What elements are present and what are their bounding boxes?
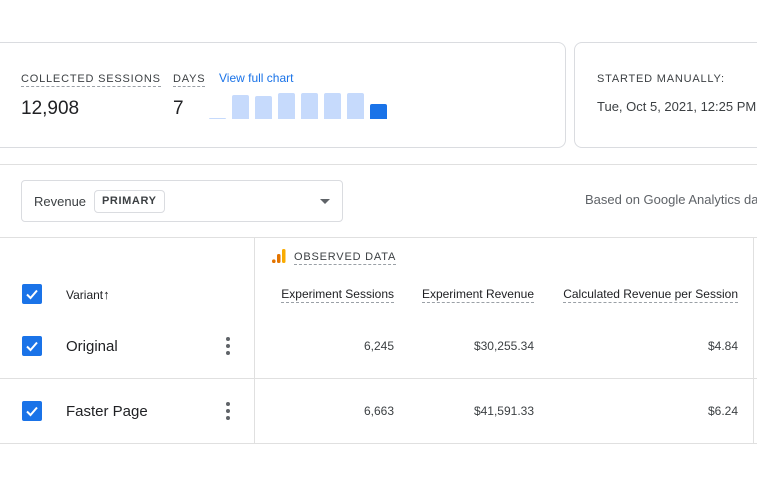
row-divider — [0, 378, 757, 379]
check-icon — [26, 289, 38, 300]
collected-sessions-label: COLLECTED SESSIONS — [21, 73, 161, 87]
daily-session-bar — [347, 93, 364, 119]
primary-chip: PRIMARY — [94, 190, 165, 213]
daily-session-bar — [255, 96, 272, 119]
started-date: Tue, Oct 5, 2021, 12:25 PM — [597, 99, 757, 114]
frozen-column-divider — [254, 237, 255, 443]
variant-column-header[interactable]: Variant↑ — [66, 287, 110, 302]
collected-sessions-value: 12,908 — [21, 98, 80, 119]
started-manually-label: STARTED MANUALLY: — [597, 73, 725, 85]
more-options-icon[interactable] — [225, 337, 231, 355]
experiment-sessions-cell: 6,663 — [363, 404, 394, 418]
table-bottom-border — [0, 443, 757, 444]
row-checkbox-original[interactable] — [22, 336, 42, 356]
experiment-revenue-header[interactable]: Experiment Revenue — [421, 287, 534, 303]
select-all-checkbox[interactable] — [22, 284, 42, 304]
table-right-border — [753, 237, 754, 443]
experiment-sessions-header[interactable]: Experiment Sessions — [281, 287, 394, 303]
variant-name: Original — [66, 338, 118, 355]
revenue-per-session-cell: $6.24 — [707, 404, 738, 418]
sort-ascending-icon: ↑ — [103, 287, 110, 302]
variant-name: Faster Page — [66, 403, 148, 420]
daily-session-bar — [209, 118, 226, 119]
section-divider — [0, 164, 757, 165]
session-stats-card: COLLECTED SESSIONS 12,908 DAYS 7 View fu… — [0, 42, 566, 148]
check-icon — [26, 341, 38, 352]
revenue-per-session-header[interactable]: Calculated Revenue per Session — [563, 287, 738, 303]
row-checkbox-faster-page[interactable] — [22, 401, 42, 421]
daily-sessions-sparkline — [209, 89, 395, 119]
daily-session-bar — [324, 93, 341, 119]
revenue-per-session-cell: $4.84 — [707, 339, 738, 353]
days-label: DAYS — [173, 73, 206, 87]
observed-data-label: OBSERVED DATA — [294, 251, 397, 265]
daily-session-bar — [370, 104, 387, 119]
based-on-analytics-text: Based on Google Analytics da — [585, 192, 757, 207]
daily-session-bar — [232, 95, 249, 119]
experiment-sessions-cell: 6,245 — [363, 339, 394, 353]
more-options-icon[interactable] — [225, 402, 231, 420]
days-value: 7 — [173, 98, 184, 119]
variant-header-label: Variant — [66, 288, 104, 302]
metric-select[interactable]: Revenue PRIMARY — [21, 180, 343, 222]
table-top-border — [0, 237, 757, 238]
view-full-chart-link[interactable]: View full chart — [219, 71, 293, 85]
metric-select-value: Revenue — [34, 194, 87, 209]
daily-session-bar — [278, 93, 295, 119]
experiment-revenue-cell: $41,591.33 — [473, 404, 534, 418]
started-manually-card: STARTED MANUALLY: Tue, Oct 5, 2021, 12:2… — [574, 42, 757, 148]
daily-session-bar — [301, 93, 318, 119]
analytics-icon — [272, 249, 286, 263]
experiment-revenue-cell: $30,255.34 — [473, 339, 534, 353]
check-icon — [26, 406, 38, 417]
dropdown-arrow-icon — [320, 199, 330, 204]
